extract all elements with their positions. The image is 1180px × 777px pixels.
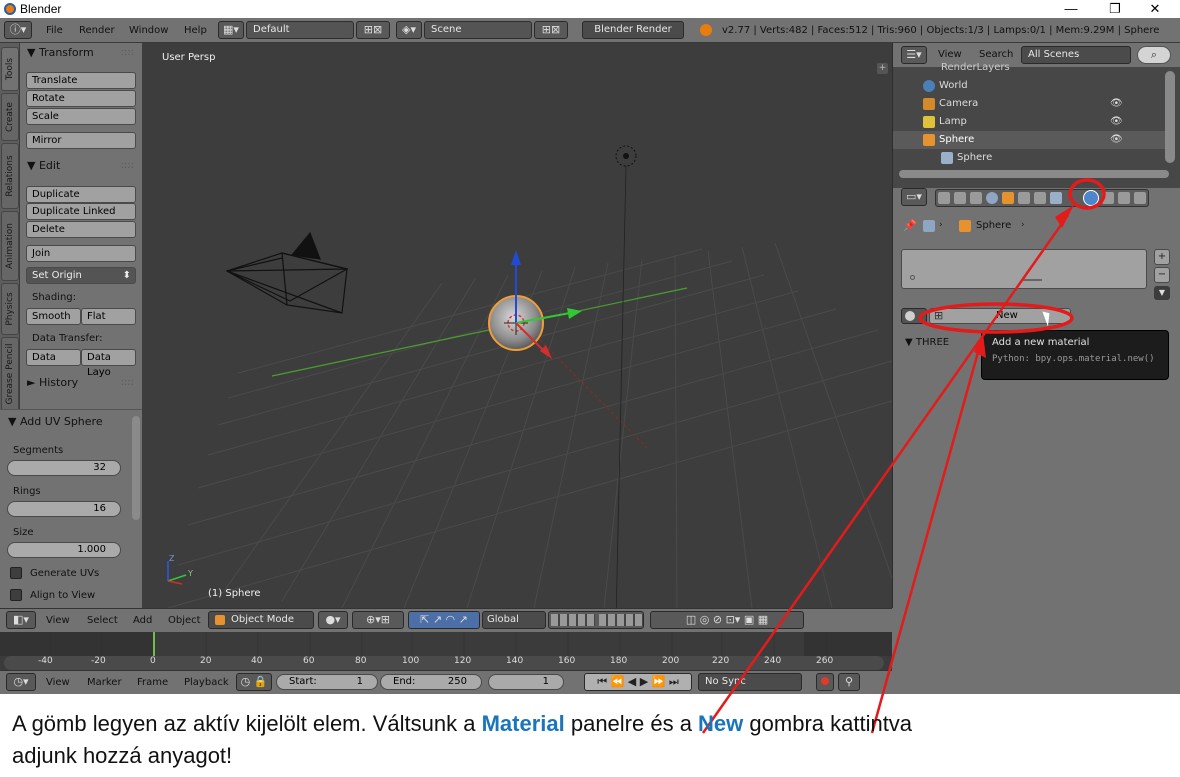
instruction-caption: A gömb legyen az aktív kijelölt elem. Vá… [12, 711, 913, 768]
arrow-to-material [701, 214, 1070, 734]
new-highlight: New [698, 711, 744, 736]
arrow-to-new [870, 344, 982, 734]
material-highlight: Material [481, 711, 565, 736]
material-tab-highlight [1068, 178, 1106, 210]
annotation-overlay [701, 178, 1106, 734]
